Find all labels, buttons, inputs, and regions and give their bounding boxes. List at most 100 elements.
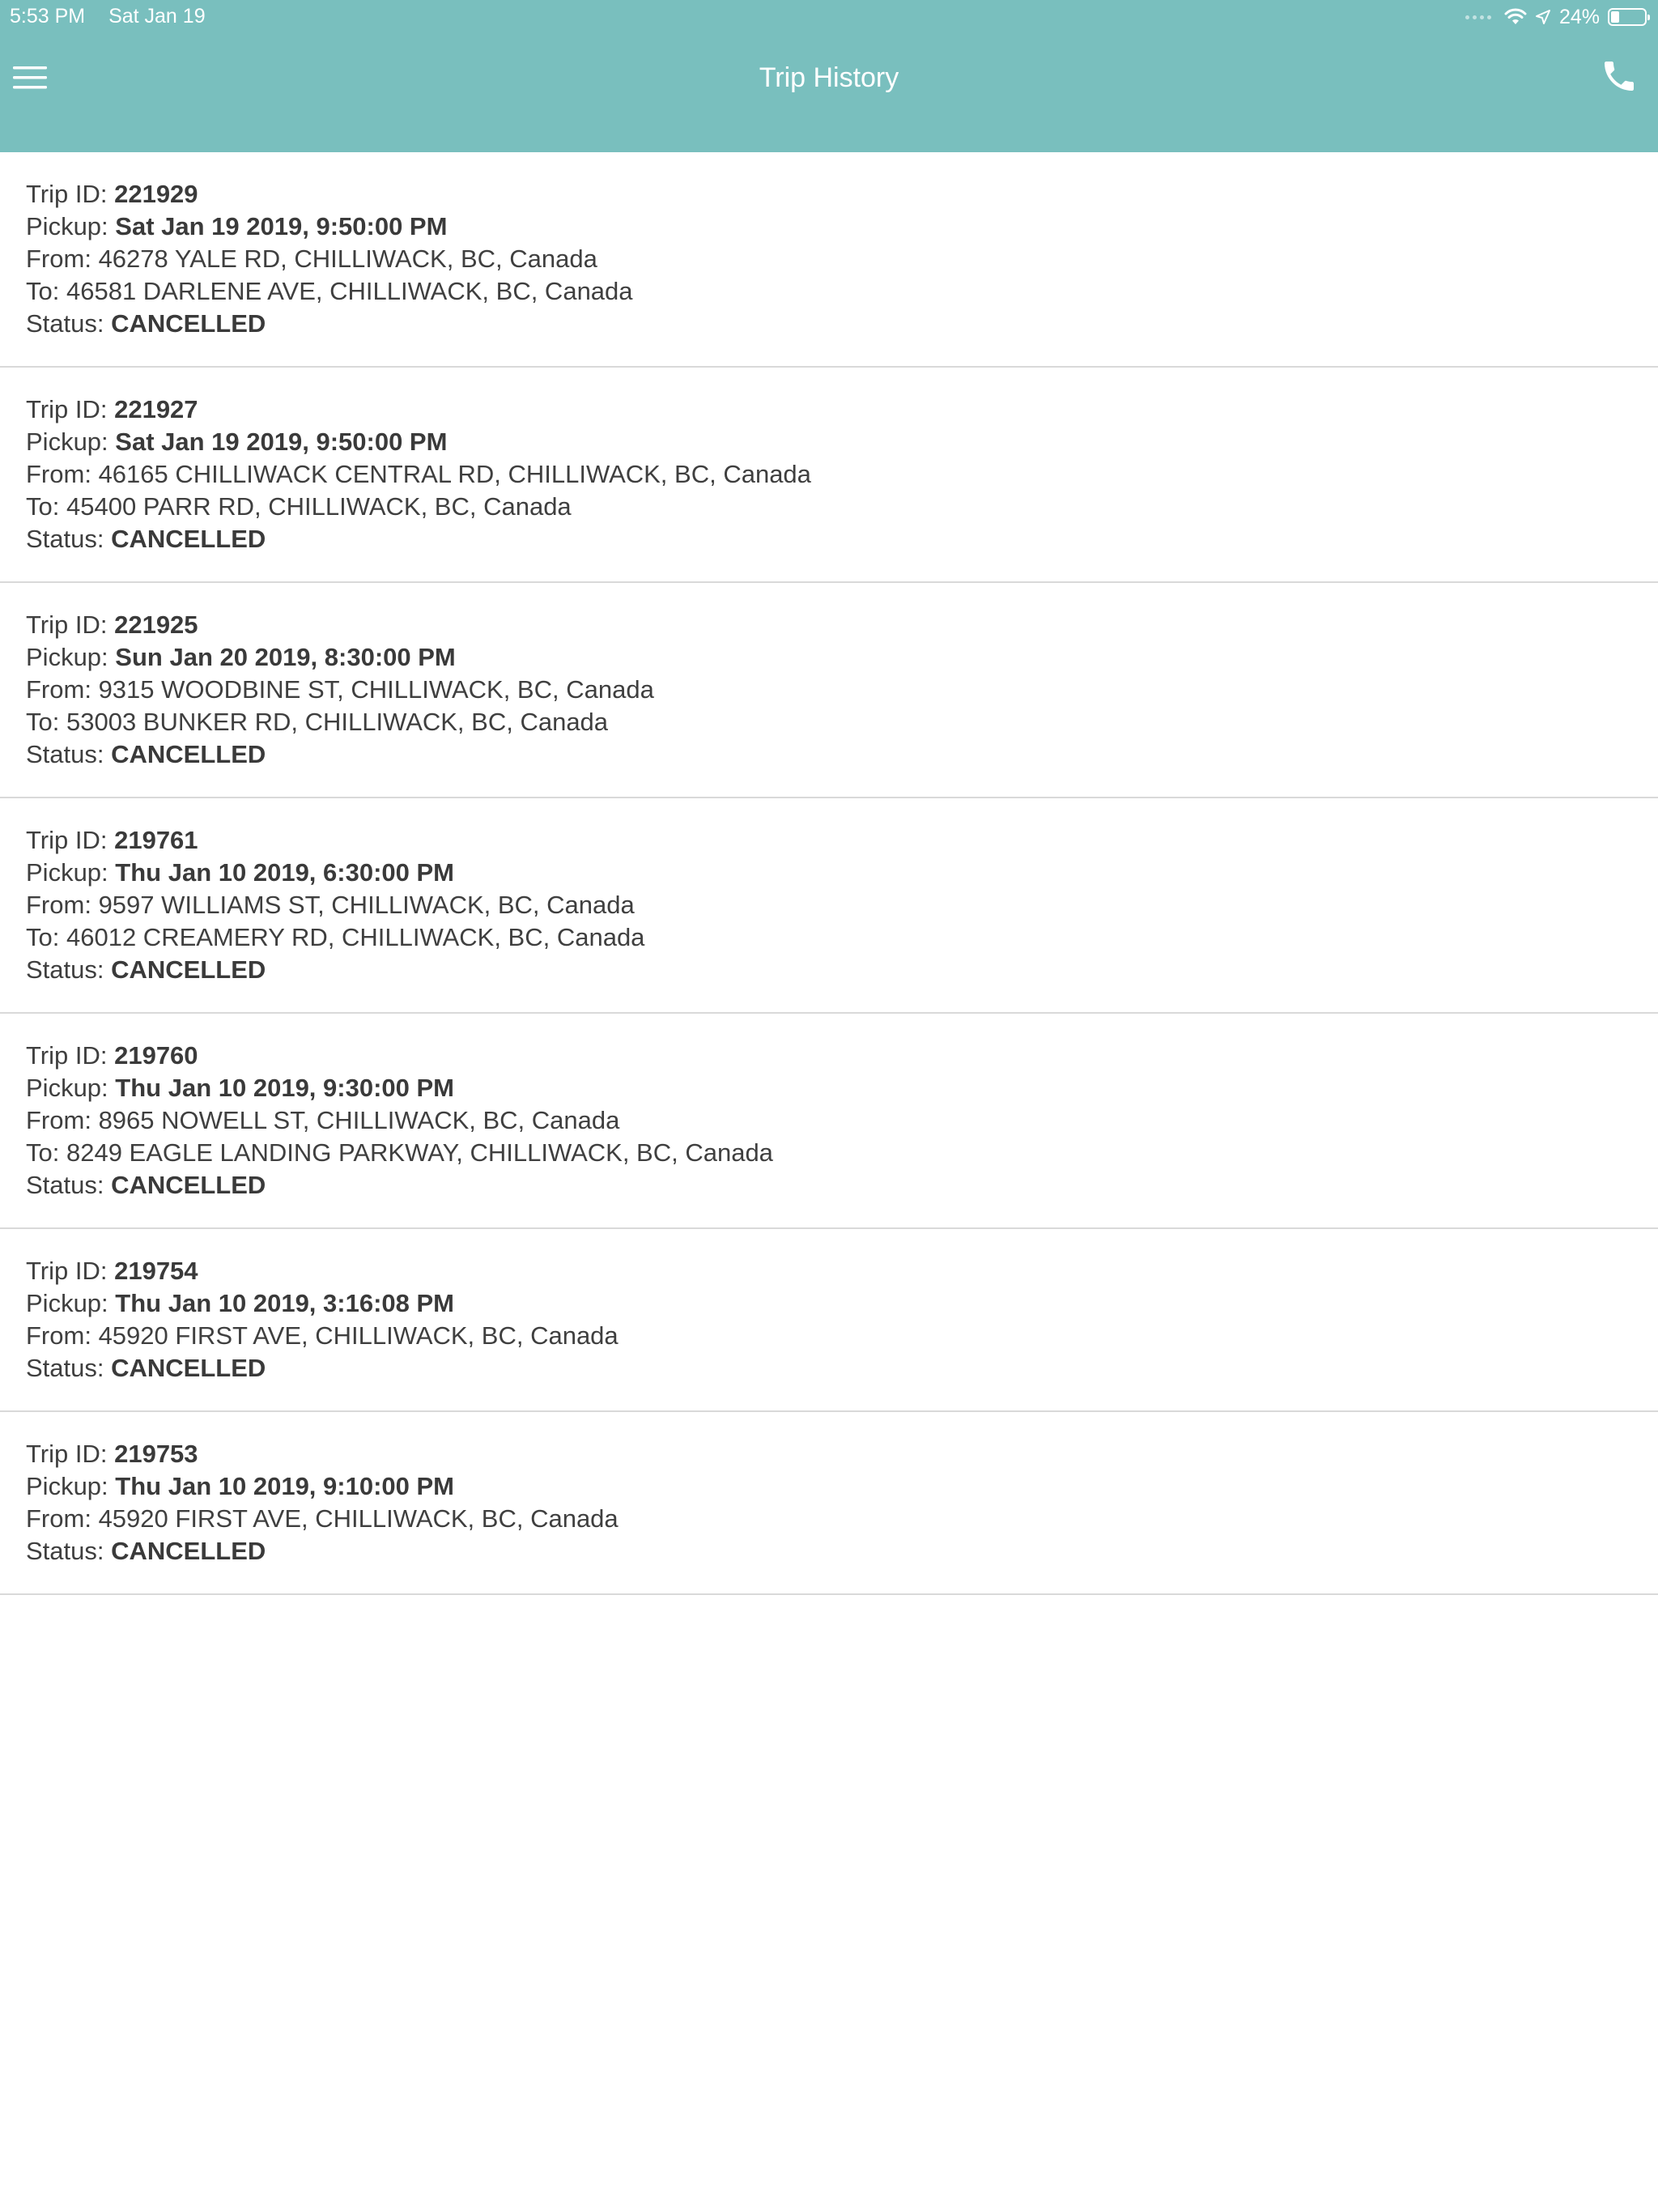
trip-id-label: Trip ID: [26,1257,108,1285]
trip-pickup-label: Pickup: [26,212,108,240]
trip-row[interactable]: Trip ID: 221927 Pickup: Sat Jan 19 2019, … [0,368,1658,583]
trip-row[interactable]: Trip ID: 219754 Pickup: Thu Jan 10 2019, … [0,1229,1658,1412]
trip-row[interactable]: Trip ID: 219753 Pickup: Thu Jan 10 2019, … [0,1412,1658,1595]
trip-id-value: 219761 [114,826,198,854]
trip-status-value: CANCELLED [111,309,266,338]
battery-level-fill [1611,11,1619,23]
trip-status-label: Status: [26,740,104,768]
trip-from-line: From: 9597 WILLIAMS ST, CHILLIWACK, BC, … [26,889,1632,921]
trip-from-line: From: 9315 WOODBINE ST, CHILLIWACK, BC, … [26,674,1632,706]
status-bar: 5:53 PM Sat Jan 19 24% [0,0,1658,36]
trip-status-line: Status: CANCELLED [26,954,1632,986]
trip-pickup-label: Pickup: [26,1289,108,1317]
trip-pickup-value: Sun Jan 20 2019, 8:30:00 PM [115,643,456,671]
trip-to-label: To: [26,708,60,736]
battery-percent: 24% [1558,5,1600,28]
trip-from-label: From: [26,1504,91,1533]
trip-status-value: CANCELLED [111,740,266,768]
trip-from-value: 8965 NOWELL ST, CHILLIWACK, BC, Canada [98,1106,620,1134]
trip-pickup-value: Thu Jan 10 2019, 9:30:00 PM [115,1074,454,1102]
trip-from-value: 46278 YALE RD, CHILLIWACK, BC, Canada [98,245,597,273]
trip-pickup-line: Pickup: Thu Jan 10 2019, 9:10:00 PM [26,1470,1632,1503]
trip-from-value: 45920 FIRST AVE, CHILLIWACK, BC, Canada [98,1321,619,1350]
trip-status-label: Status: [26,525,104,553]
trip-pickup-line: Pickup: Thu Jan 10 2019, 3:16:08 PM [26,1287,1632,1320]
trip-id-line: Trip ID: 219760 [26,1040,1632,1072]
trip-to-line: To: 46012 CREAMERY RD, CHILLIWACK, BC, C… [26,921,1632,954]
trip-status-value: CANCELLED [111,1171,266,1199]
trip-row[interactable]: Trip ID: 219761 Pickup: Thu Jan 10 2019, … [0,798,1658,1014]
trip-id-line: Trip ID: 219753 [26,1438,1632,1470]
trip-status-line: Status: CANCELLED [26,1169,1632,1202]
status-indicators: 24% [1465,3,1650,31]
trip-status-label: Status: [26,1171,104,1199]
trip-pickup-line: Pickup: Sat Jan 19 2019, 9:50:00 PM [26,426,1632,458]
trip-to-label: To: [26,923,60,951]
trip-id-line: Trip ID: 219754 [26,1255,1632,1287]
trip-id-label: Trip ID: [26,1041,108,1070]
trip-status-value: CANCELLED [111,955,266,984]
phone-icon [1605,62,1634,91]
trip-id-label: Trip ID: [26,395,108,423]
trip-to-value: 8249 EAGLE LANDING PARKWAY, CHILLIWACK, … [66,1138,773,1167]
trip-to-line: To: 53003 BUNKER RD, CHILLIWACK, BC, Can… [26,706,1632,738]
trip-from-label: From: [26,460,91,488]
call-button[interactable] [1600,57,1642,99]
trip-from-label: From: [26,245,91,273]
battery-icon [1608,8,1650,26]
trip-status-label: Status: [26,955,104,984]
trip-status-line: Status: CANCELLED [26,1535,1632,1568]
trip-pickup-line: Pickup: Sat Jan 19 2019, 9:50:00 PM [26,211,1632,243]
trip-from-line: From: 46165 CHILLIWACK CENTRAL RD, CHILL… [26,458,1632,491]
trip-to-label: To: [26,277,60,305]
trip-from-value: 46165 CHILLIWACK CENTRAL RD, CHILLIWACK,… [98,460,811,488]
trip-id-value: 219753 [114,1440,198,1468]
trip-pickup-value: Sat Jan 19 2019, 9:50:00 PM [115,428,448,456]
trip-status-value: CANCELLED [111,1354,266,1382]
trip-row[interactable]: Trip ID: 219760 Pickup: Thu Jan 10 2019, … [0,1014,1658,1229]
trip-id-label: Trip ID: [26,610,108,639]
navigation-bar [0,36,1658,152]
trip-from-line: From: 45920 FIRST AVE, CHILLIWACK, BC, C… [26,1503,1632,1535]
trip-to-label: To: [26,1138,60,1167]
trip-id-label: Trip ID: [26,1440,108,1468]
trip-status-line: Status: CANCELLED [26,738,1632,771]
trip-to-value: 53003 BUNKER RD, CHILLIWACK, BC, Canada [66,708,609,736]
trip-from-label: From: [26,675,91,704]
trip-from-value: 9315 WOODBINE ST, CHILLIWACK, BC, Canada [98,675,654,704]
status-time-date: 5:53 PM Sat Jan 19 [10,5,206,28]
trip-from-label: From: [26,1106,91,1134]
cellular-signal-icon [1465,15,1491,19]
trip-status-line: Status: CANCELLED [26,1352,1632,1385]
trip-row[interactable]: Trip ID: 221929 Pickup: Sat Jan 19 2019, … [0,152,1658,368]
location-arrow-icon [1535,10,1550,24]
trip-list: Trip ID: 221929 Pickup: Sat Jan 19 2019, … [0,152,1658,1595]
trip-status-line: Status: CANCELLED [26,308,1632,340]
trip-id-value: 219754 [114,1257,198,1285]
trip-id-value: 221925 [114,610,198,639]
trip-id-label: Trip ID: [26,180,108,208]
trip-to-line: To: 46581 DARLENE AVE, CHILLIWACK, BC, C… [26,275,1632,308]
trip-pickup-line: Pickup: Sun Jan 20 2019, 8:30:00 PM [26,641,1632,674]
trip-to-value: 46012 CREAMERY RD, CHILLIWACK, BC, Canad… [66,923,645,951]
trip-from-value: 9597 WILLIAMS ST, CHILLIWACK, BC, Canada [98,891,635,919]
trip-id-line: Trip ID: 219761 [26,824,1632,857]
trip-from-label: From: [26,1321,91,1350]
trip-from-value: 45920 FIRST AVE, CHILLIWACK, BC, Canada [98,1504,619,1533]
trip-row[interactable]: Trip ID: 221925 Pickup: Sun Jan 20 2019, … [0,583,1658,798]
trip-pickup-label: Pickup: [26,1472,108,1500]
trip-from-label: From: [26,891,91,919]
trip-pickup-label: Pickup: [26,1074,108,1102]
trip-to-line: To: 8249 EAGLE LANDING PARKWAY, CHILLIWA… [26,1137,1632,1169]
trip-pickup-value: Thu Jan 10 2019, 6:30:00 PM [115,858,454,887]
status-date: Sat Jan 19 [108,5,206,28]
page-title: Trip History [759,62,899,93]
wifi-icon [1504,8,1527,24]
trip-pickup-label: Pickup: [26,858,108,887]
trip-pickup-value: Thu Jan 10 2019, 3:16:08 PM [115,1289,454,1317]
trip-pickup-line: Pickup: Thu Jan 10 2019, 9:30:00 PM [26,1072,1632,1104]
trip-to-value: 45400 PARR RD, CHILLIWACK, BC, Canada [66,492,572,521]
status-time: 5:53 PM [10,5,86,28]
trip-pickup-label: Pickup: [26,428,108,456]
trip-status-value: CANCELLED [111,1537,266,1565]
